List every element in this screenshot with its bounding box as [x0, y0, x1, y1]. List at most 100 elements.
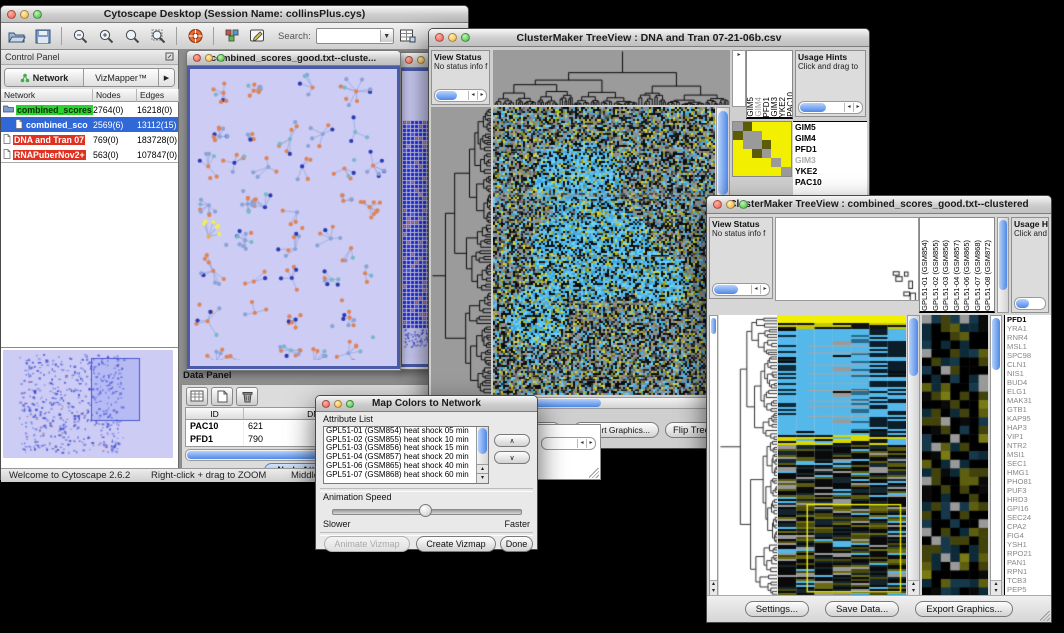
listbox-vscrollbar[interactable]: ▴▾	[476, 427, 488, 483]
attribute-list-item[interactable]: GPL51-07 (GSM868) heat shock 60 min	[324, 471, 488, 480]
labels-vscrollbar[interactable]	[997, 217, 1009, 313]
resize-grip[interactable]	[589, 468, 599, 478]
scroll-thumb[interactable]	[800, 103, 826, 112]
scroll-arrows[interactable]: ▴▾	[710, 580, 717, 595]
zoom-button[interactable]	[217, 54, 225, 62]
scroll-left-arrow[interactable]: ◂	[577, 439, 586, 448]
zoom-vscrollbar[interactable]: ▴▾	[990, 315, 1002, 596]
scroll-thumb[interactable]	[718, 111, 728, 195]
select-attributes-button[interactable]	[186, 387, 208, 406]
network-table-row[interactable]: RNAPuberNov2+563(0)107847(0)	[1, 147, 178, 162]
import-table-icon[interactable]	[396, 25, 420, 47]
move-up-button[interactable]: ∧	[494, 434, 530, 447]
zoom-selected-icon[interactable]	[146, 25, 170, 47]
minimize-button[interactable]	[205, 54, 213, 62]
row-dendrogram-canvas[interactable]	[431, 107, 491, 395]
scroll-thumb[interactable]	[992, 318, 1000, 370]
scroll-arrows[interactable]: ▴▾	[908, 580, 919, 595]
col-edges[interactable]: Edges	[137, 89, 179, 102]
help-lifesaver-icon[interactable]	[183, 25, 207, 47]
col-nodes[interactable]: Nodes	[93, 89, 137, 102]
main-title-bar[interactable]: Cytoscape Desktop (Session Name: collins…	[1, 6, 468, 23]
minimize-button[interactable]	[448, 33, 457, 42]
dialog-title-bar[interactable]: Map Colors to Network	[316, 396, 537, 412]
zoom-button[interactable]	[33, 10, 42, 19]
zoom-button[interactable]	[739, 200, 748, 209]
scroll-right-arrow[interactable]: ▸	[853, 103, 862, 112]
network-table-row[interactable]: combined_sco2569(6)13112(15)	[1, 117, 178, 132]
scroll-thumb[interactable]	[909, 318, 918, 376]
save-data-button[interactable]: Save Data...	[825, 601, 899, 617]
scroll-down-arrow[interactable]: ▾	[477, 473, 488, 483]
minimize-button[interactable]	[726, 200, 735, 209]
search-input[interactable]: ▼	[316, 28, 394, 44]
delete-attribute-button[interactable]	[236, 387, 258, 406]
row-dendrogram-canvas[interactable]	[719, 315, 777, 596]
close-button[interactable]	[713, 200, 722, 209]
mini-scrollbar[interactable]	[1014, 297, 1046, 310]
scroll-arrows[interactable]: ▴▾	[991, 580, 1001, 595]
export-graphics-button[interactable]: Export Graphics...	[915, 601, 1013, 617]
close-button[interactable]	[435, 33, 444, 42]
zoom-out-icon[interactable]	[68, 25, 92, 47]
col-network[interactable]: Network	[1, 89, 93, 102]
scroll-left-arrow[interactable]: ◂	[751, 285, 760, 294]
col-id[interactable]: ID	[186, 408, 244, 420]
speed-slider-thumb[interactable]	[419, 504, 432, 517]
move-down-button[interactable]: ∨	[494, 451, 530, 464]
vizmapper-icon[interactable]	[220, 25, 244, 47]
search-dropdown-arrow[interactable]: ▼	[380, 30, 393, 42]
scroll-right-arrow[interactable]: ▸	[477, 91, 486, 100]
settings-button[interactable]: Settings...	[745, 601, 809, 617]
zoom-heatmap[interactable]	[732, 121, 792, 177]
mini-scrollbar[interactable]: ◂▸	[541, 437, 596, 450]
mini-scrollbar[interactable]: ◂▸	[798, 101, 863, 114]
minimize-button[interactable]	[417, 56, 425, 64]
close-button[interactable]	[7, 10, 16, 19]
done-button[interactable]: Done	[500, 536, 533, 552]
network-window-1-title-bar[interactable]: combined_scores_good.txt--cluste...	[187, 51, 400, 66]
minimize-button[interactable]	[334, 400, 342, 408]
zoom-fit-icon[interactable]	[120, 25, 144, 47]
scroll-thumb[interactable]	[1016, 299, 1029, 308]
zoom-heatmap-canvas[interactable]	[922, 315, 988, 596]
scroll-thumb[interactable]	[999, 220, 1007, 290]
global-heatmap-canvas[interactable]	[493, 107, 715, 395]
treeview-combined-title-bar[interactable]: ClusterMaker TreeView : combined_scores_…	[707, 196, 1051, 214]
scroll-thumb[interactable]	[436, 91, 457, 100]
annotation-icon[interactable]	[246, 25, 270, 47]
treeview-dna-title-bar[interactable]: ClusterMaker TreeView : DNA and Tran 07-…	[429, 29, 869, 47]
network-table-row[interactable]: DNA and Tran 07769(0)183728(0)	[1, 132, 178, 147]
network-table-row[interactable]: combined_scores2764(0)16218(0)	[1, 102, 178, 117]
tab-network[interactable]: Network	[5, 69, 84, 86]
attribute-listbox[interactable]: GPL51-01 (GSM854) heat shock 05 minGPL51…	[323, 426, 489, 484]
network-view-canvas[interactable]	[190, 69, 395, 360]
minimize-button[interactable]	[20, 10, 29, 19]
open-session-button[interactable]	[5, 25, 29, 47]
birdseye-canvas[interactable]	[3, 350, 173, 458]
scroll-left-arrow[interactable]: ◂	[468, 91, 477, 100]
tab-overflow-button[interactable]: ▶	[159, 69, 174, 86]
heatmap-vscrollbar[interactable]: ▴▾	[907, 315, 920, 596]
scroll-thumb[interactable]	[714, 285, 738, 294]
float-panel-icon[interactable]	[165, 52, 174, 63]
new-attribute-button[interactable]	[211, 387, 233, 406]
mini-scrollbar[interactable]: ◂▸	[434, 89, 487, 102]
close-button[interactable]	[322, 400, 330, 408]
scroll-right-arrow[interactable]: ▸	[760, 285, 769, 294]
global-heatmap-canvas[interactable]	[778, 315, 906, 596]
zoom-in-icon[interactable]	[94, 25, 118, 47]
zoom-button[interactable]	[346, 400, 354, 408]
scroll-right-arrow[interactable]: ▸	[586, 439, 595, 448]
mini-scrollbar[interactable]: ◂▸	[712, 283, 770, 296]
close-button[interactable]	[405, 56, 413, 64]
zoom-button[interactable]	[461, 33, 470, 42]
column-tree-area-canvas[interactable]	[775, 217, 919, 301]
dendrogram-vscrollbar[interactable]: ▴▾	[709, 315, 718, 596]
splitter-strip[interactable]: ▸	[732, 50, 746, 107]
create-vizmap-button[interactable]: Create Vizmap	[416, 536, 496, 552]
resize-grip[interactable]	[1040, 611, 1050, 621]
scroll-thumb[interactable]	[711, 318, 716, 334]
scroll-left-arrow[interactable]: ◂	[844, 103, 853, 112]
close-button[interactable]	[193, 54, 201, 62]
